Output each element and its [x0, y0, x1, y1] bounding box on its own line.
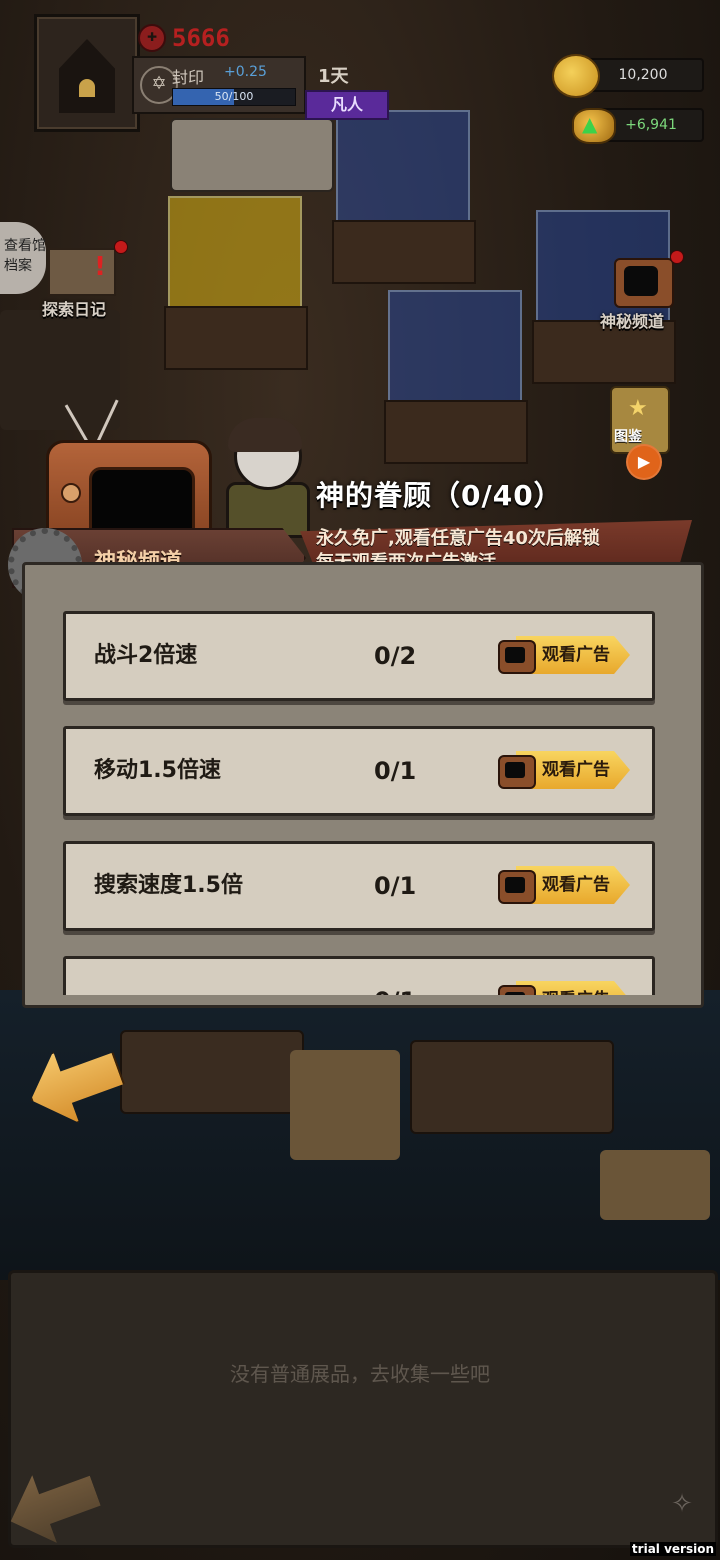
- watch-ad-button[interactable]: 观看广告: [498, 751, 630, 789]
- haunted-tower-icon: [59, 39, 115, 113]
- coin-value: 10,200: [618, 67, 668, 83]
- display-case[interactable]: [336, 110, 470, 224]
- reward-count: 0/1: [374, 872, 417, 900]
- back-arrow-button[interactable]: [28, 1046, 118, 1118]
- collection-label: 图鉴: [614, 429, 642, 445]
- table-prop: [120, 1030, 304, 1114]
- archive-button[interactable]: 查看馆档案: [0, 222, 46, 294]
- trial-watermark: trial version: [629, 1542, 716, 1556]
- character-portrait: [212, 418, 312, 538]
- health-value: 5666: [172, 24, 230, 52]
- blessing-desc-1: 永久免广,观看任意广告40次后解锁: [316, 528, 600, 549]
- coin-counter: 10,200: [582, 58, 704, 92]
- diary-book-icon[interactable]: !: [48, 248, 116, 296]
- diary-label[interactable]: 探索日记: [42, 296, 106, 320]
- tv-icon: [498, 870, 536, 904]
- plank-pile: [290, 1050, 400, 1160]
- reward-row: 0/1 观看广告: [63, 956, 655, 995]
- reward-name: 搜索速度1.5倍: [94, 873, 243, 898]
- rank-badge: 凡人: [305, 90, 389, 120]
- watch-ad-label: 观看广告: [542, 760, 610, 780]
- display-case[interactable]: [388, 290, 522, 404]
- seal-rate: +0.25: [224, 64, 267, 80]
- star-icon: ★: [628, 396, 648, 421]
- income-value: +6,941: [625, 117, 677, 133]
- channel-label[interactable]: 神秘频道: [600, 308, 664, 332]
- watch-ad-label: 观看广告: [542, 981, 610, 995]
- seal-panel: ✡ 封印 +0.25 50/100: [132, 56, 306, 114]
- reward-name: 战斗2倍速: [94, 643, 198, 668]
- game-scene: ✚ 5666 ✡ 封印 +0.25 50/100 1天 凡人 10,200 +6…: [0, 0, 720, 1560]
- archive-label: 查看馆档案: [4, 238, 46, 274]
- reward-row: 移动1.5倍速 0/1 观看广告: [63, 726, 655, 816]
- income-icon: ▲: [572, 108, 616, 144]
- tv-icon: [498, 985, 536, 995]
- table-prop: [410, 1040, 614, 1134]
- coin-icon: [552, 54, 600, 98]
- reward-name: 移动1.5倍速: [94, 758, 221, 783]
- reward-count: 0/1: [374, 959, 416, 995]
- reward-row: 搜索速度1.5倍 0/1 观看广告: [63, 841, 655, 931]
- compass-icon[interactable]: ✧: [664, 1486, 700, 1522]
- museum-portrait[interactable]: [34, 14, 140, 132]
- tv-knob: [61, 483, 81, 503]
- bed-prop: [170, 118, 334, 192]
- reward-count: 0/2: [374, 642, 417, 670]
- reward-row: 战斗2倍速 0/2 观看广告: [63, 611, 655, 701]
- watch-ad-button[interactable]: 观看广告: [498, 866, 630, 904]
- display-case[interactable]: [168, 196, 302, 310]
- reward-list[interactable]: 战斗2倍速 0/2 观看广告 移动1.5倍速 0/1 观看广告 搜索速度1.5倍: [25, 565, 701, 995]
- display-pedestal: [384, 400, 528, 464]
- seal-progress-bar: 50/100: [172, 88, 296, 106]
- seal-label: 封印: [172, 68, 205, 87]
- window-icon: [79, 79, 95, 97]
- blessing-title: 神的眷顾（0/40）: [316, 479, 563, 512]
- display-pedestal: [164, 306, 308, 370]
- health-display: ✚ 5666: [138, 24, 230, 52]
- day-counter: 1天: [318, 66, 349, 87]
- watch-ad-label: 观看广告: [542, 875, 610, 895]
- watch-ad-button[interactable]: 观看广告: [498, 981, 630, 995]
- tv-icon: [498, 755, 536, 789]
- seal-progress-text: 50/100: [214, 90, 254, 103]
- reward-count: 0/1: [374, 757, 417, 785]
- play-icon[interactable]: ▶: [626, 444, 662, 480]
- display-pedestal: [332, 220, 476, 284]
- ad-reward-panel[interactable]: 战斗2倍速 0/2 观看广告 移动1.5倍速 0/1 观看广告 搜索速度1.5倍: [22, 562, 704, 1008]
- health-icon: ✚: [138, 24, 166, 52]
- watch-ad-button[interactable]: 观看广告: [498, 636, 630, 674]
- empty-exhibits-message: 没有普通展品，去收集一些吧: [230, 1362, 490, 1386]
- notification-dot: [114, 240, 128, 254]
- notification-dot: [670, 250, 684, 264]
- tv-icon[interactable]: [614, 258, 674, 308]
- tv-icon: [498, 640, 536, 674]
- shelf-prop: [0, 310, 120, 430]
- watch-ad-label: 观看广告: [542, 645, 610, 665]
- exhibit-inventory-panel: [8, 1270, 718, 1548]
- plank-pile: [600, 1150, 710, 1220]
- inventory-back-arrow[interactable]: [8, 1470, 98, 1542]
